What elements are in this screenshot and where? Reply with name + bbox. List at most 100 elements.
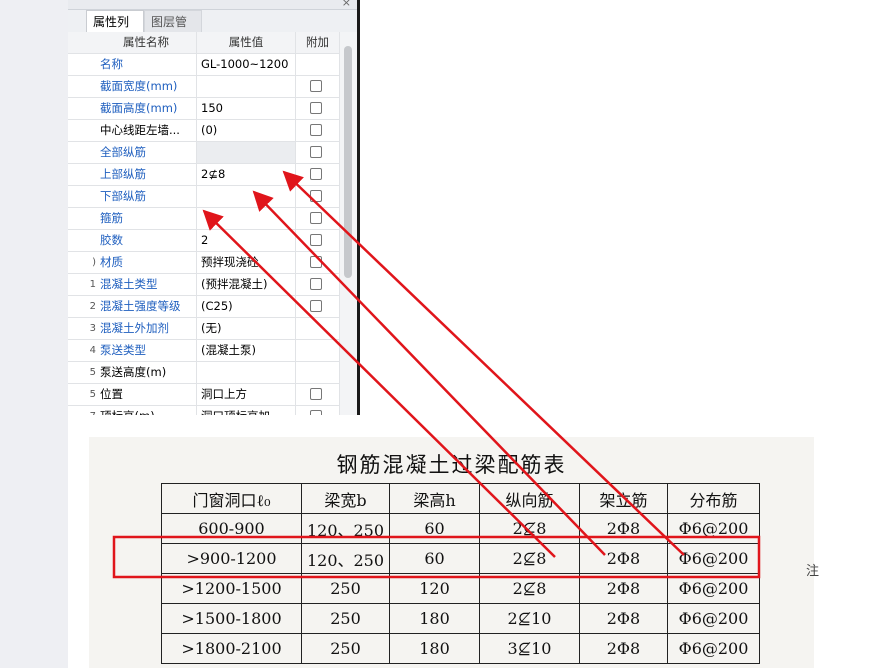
property-row[interactable]: 7顶标高(m)洞口顶标高加... [68,406,339,415]
property-name: 混凝土外加剂 [96,318,197,339]
property-row[interactable]: 2 混凝土强度等级 (C25) [68,296,339,318]
table-cell: 600-900 [161,513,302,544]
property-value[interactable] [197,362,296,383]
extra-checkbox[interactable] [310,278,322,290]
row-number: 5 [89,389,96,400]
property-row[interactable]: 截面宽度(mm) [68,76,339,98]
table-header-cell: 架立筋 [579,483,668,514]
property-row[interactable]: 5 位置 洞口上方 [68,384,339,406]
property-value[interactable]: (无) [197,318,296,339]
property-value[interactable]: 洞口顶标高加... [197,406,296,415]
property-extra [296,230,339,251]
property-row[interactable]: 箍筋 [68,208,339,230]
row-number: 1 [89,279,96,290]
doc-title: 钢筋混凝土过梁配筋表 [336,453,567,477]
extra-checkbox[interactable] [310,300,322,312]
table-row: >1500-1800 250 180 2⊈10 2Φ8 Φ6@200 [161,603,760,634]
property-value[interactable]: (C25) [197,296,296,317]
property-value[interactable]: 150 [197,98,296,119]
property-extra [296,406,339,415]
extra-checkbox[interactable] [310,102,322,114]
table-cell: 2⊈10 [479,603,580,634]
property-row[interactable]: 上部纵筋 2⊈8 [68,164,339,186]
tab-layer-management[interactable]: 图层管理 [144,10,202,51]
extra-checkbox[interactable] [310,124,322,136]
property-row[interactable]: 胶数 2 [68,230,339,252]
close-icon[interactable]: × [342,0,351,9]
table-cell: Φ6@200 [667,633,760,664]
table-cell: >1500-1800 [161,603,302,634]
table-cell: >1800-2100 [161,633,302,664]
property-extra [296,164,339,185]
property-value[interactable]: 预拌现浇砼 [197,252,296,273]
property-value[interactable]: (0) [197,120,296,141]
table-cell: Φ6@200 [667,543,760,574]
extra-checkbox[interactable] [310,212,322,224]
table-cell: >1200-1500 [161,573,302,604]
header-property-name[interactable]: 属性名称 [96,32,197,53]
extra-checkbox[interactable] [310,388,322,400]
property-value[interactable]: 2 [197,230,296,251]
property-value[interactable] [197,142,296,163]
table-cell: 120、250 [301,513,390,544]
property-row[interactable]: 名称 GL-1000~1200 [68,54,339,76]
extra-checkbox[interactable] [310,256,322,268]
lintel-rebar-table: 门窗洞口ℓ₀ 梁宽b 梁高h 纵向筋 架立筋 分布筋 600-900 120、250 60 2⊈8… [161,483,760,664]
extra-checkbox[interactable] [310,80,322,92]
table-row: >1200-1500 250 120 2⊈8 2Φ8 Φ6@200 [161,573,760,604]
table-cell: 120、250 [301,543,390,574]
property-value[interactable]: 2⊈8 [197,164,296,185]
property-value[interactable] [197,208,296,229]
property-row[interactable]: 中心线距左墙... (0) [68,120,339,142]
header-property-value[interactable]: 属性值 [197,32,296,53]
property-name: 截面宽度(mm) [96,76,197,97]
table-cell: 2⊈8 [479,573,580,604]
extra-checkbox[interactable] [310,190,322,202]
row-number: ) [92,257,96,268]
property-value[interactable] [197,186,296,207]
property-extra [296,362,339,383]
property-value[interactable]: GL-1000~1200 [197,54,296,75]
extra-checkbox[interactable] [310,410,322,415]
property-name: 上部纵筋 [96,164,197,185]
property-name: 中心线距左墙... [96,120,197,141]
property-row[interactable]: 3 混凝土外加剂 (无) [68,318,339,340]
property-name: 胶数 [96,230,197,251]
property-row[interactable]: ) 材质 预拌现浇砼 [68,252,339,274]
table-row: >1800-2100 250 180 3⊈10 2Φ8 Φ6@200 [161,633,760,664]
property-row[interactable]: 5 泵送高度(m) [68,362,339,384]
extra-checkbox[interactable] [310,146,322,158]
tab-property-list[interactable]: 属性列表 [86,10,144,51]
property-grid: 属性名称 属性值 附加 名称 GL-1000~1200 截面宽度(mm) 截面高度(m… [68,32,339,415]
property-value[interactable]: 洞口上方 [197,384,296,405]
grid-header: 属性名称 属性值 附加 [68,32,339,54]
property-name: 泵送高度(m) [96,362,197,383]
table-cell: Φ6@200 [667,573,760,604]
property-row[interactable]: 全部纵筋 [68,142,339,164]
property-value[interactable]: (预拌混凝土) [197,274,296,295]
property-value[interactable] [197,76,296,97]
property-name: 混凝土强度等级 [96,296,197,317]
property-extra [296,186,339,207]
table-cell: 2Φ8 [579,603,668,634]
property-row[interactable]: 4 泵送类型 (混凝土泵) [68,340,339,362]
vertical-scrollbar[interactable] [339,32,357,415]
property-extra [296,340,339,361]
table-cell: 2Φ8 [579,573,668,604]
header-extra[interactable]: 附加 [296,32,339,53]
property-row[interactable]: 截面高度(mm) 150 [68,98,339,120]
extra-checkbox[interactable] [310,234,322,246]
property-name: 箍筋 [96,208,197,229]
table-cell: 2Φ8 [579,513,668,544]
table-cell: 3⊈10 [479,633,580,664]
scrollbar-thumb[interactable] [344,46,352,278]
table-cell: Φ6@200 [667,513,760,544]
property-panel: × 属性列表 图层管理 属性名称 属性值 附加 名称GL-1000~1200截面… [68,0,360,415]
property-row[interactable]: 1 混凝土类型 (预拌混凝土) [68,274,339,296]
property-value[interactable]: (混凝土泵) [197,340,296,361]
row-number: 2 [89,301,96,312]
property-extra [296,252,339,273]
table-cell: 250 [301,603,390,634]
property-row[interactable]: 下部纵筋 [68,186,339,208]
extra-checkbox[interactable] [310,168,322,180]
